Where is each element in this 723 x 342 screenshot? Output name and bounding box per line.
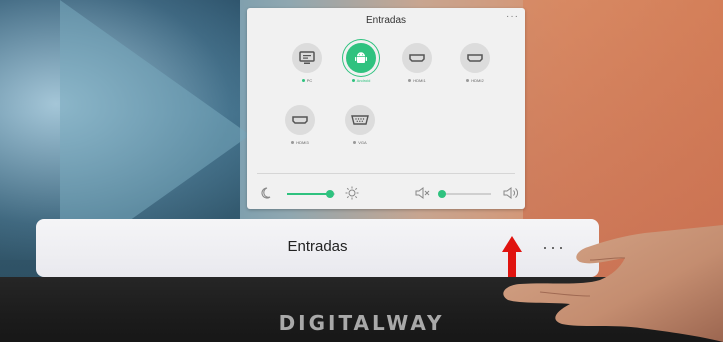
source-label: HDMI2 — [452, 78, 498, 83]
brightness-slider[interactable] — [287, 190, 335, 198]
hdmi-icon — [402, 43, 432, 73]
brightness-control — [259, 186, 369, 202]
source-label: VGA — [337, 140, 383, 145]
source-hdmi1[interactable]: HDMI1 — [394, 43, 440, 83]
speaker-icon[interactable] — [503, 186, 519, 204]
panel-title: Entradas — [365, 15, 407, 26]
sun-icon — [345, 186, 359, 204]
vga-icon — [345, 105, 375, 135]
hand-image — [503, 225, 723, 342]
source-vga[interactable]: VGA — [337, 105, 383, 145]
brightness-knob[interactable] — [326, 190, 335, 198]
hdmi-icon — [285, 105, 315, 135]
pc-icon — [292, 43, 322, 73]
moon-icon — [259, 186, 271, 204]
mute-icon[interactable] — [415, 186, 431, 204]
source-hdmi3[interactable]: HDMI3 — [277, 105, 323, 145]
panel-divider — [257, 173, 515, 174]
android-icon — [346, 43, 376, 73]
source-hdmi2[interactable]: HDMI2 — [452, 43, 498, 83]
source-label: PC — [284, 78, 330, 83]
source-label: Android — [338, 78, 384, 83]
inputs-panel: Entradas ··· PC Android HDMI1 HDMI2 HDMI… — [247, 8, 525, 209]
volume-control — [415, 186, 521, 202]
brightness-fill — [287, 193, 331, 195]
source-label: HDMI1 — [394, 78, 440, 83]
source-android[interactable]: Android — [338, 43, 384, 83]
volume-slider[interactable] — [437, 190, 491, 198]
hdmi-icon — [460, 43, 490, 73]
panel-more-button[interactable]: ··· — [506, 11, 519, 22]
source-pc[interactable]: PC — [284, 43, 330, 83]
source-label: HDMI3 — [277, 140, 323, 145]
volume-knob[interactable] — [437, 190, 446, 198]
